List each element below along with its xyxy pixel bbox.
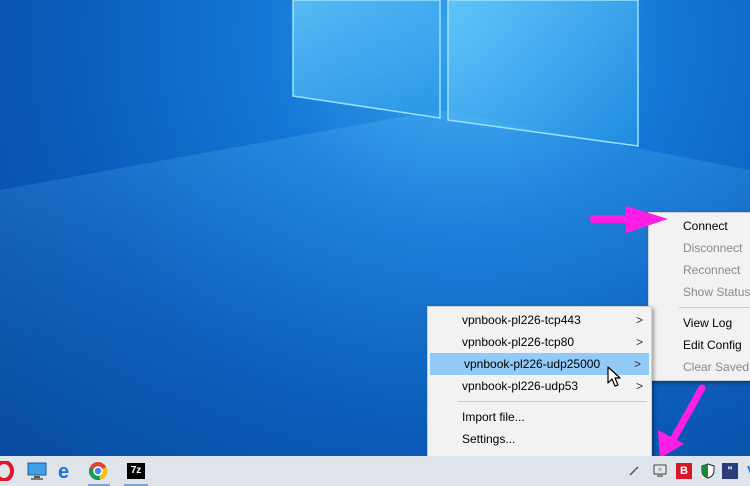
settings-menu-item[interactable]: Settings... <box>428 428 651 450</box>
config-label: vpnbook-pl226-udp25000 <box>464 357 601 371</box>
config-label: vpnbook-pl226-tcp443 <box>462 313 581 327</box>
view-log-menu-item[interactable]: View Log <box>649 312 750 334</box>
chevron-right-icon: > <box>635 335 643 349</box>
7zip-label: 7z <box>127 463 145 479</box>
clear-saved-passwords-menu-item[interactable]: Clear Saved P <box>649 356 750 378</box>
this-pc-icon[interactable] <box>25 459 49 483</box>
config-label: vpnbook-pl226-tcp80 <box>462 335 575 349</box>
edit-config-menu-item[interactable]: Edit Config <box>649 334 750 356</box>
openvpn-icon[interactable] <box>652 463 668 479</box>
show-status-menu-item[interactable]: Show Status <box>649 281 750 303</box>
chevron-right-icon: > <box>635 379 643 393</box>
config-label: vpnbook-pl226-udp53 <box>462 379 579 393</box>
svg-text:e: e <box>58 461 69 481</box>
quote-label: " <box>727 465 733 477</box>
7zip-icon[interactable]: 7z <box>124 459 148 483</box>
app-quote-icon[interactable]: " <box>722 463 738 479</box>
edge-icon[interactable]: e <box>54 459 78 483</box>
menu-separator <box>458 401 647 402</box>
opera-icon[interactable] <box>0 459 16 483</box>
cloud-icon[interactable] <box>744 463 750 479</box>
openvpn-tray-menu: vpnbook-pl226-tcp443 > vpnbook-pl226-tcp… <box>427 306 652 475</box>
chevron-right-icon: > <box>633 357 641 371</box>
bitdefender-icon[interactable]: B <box>676 463 692 479</box>
mouse-cursor-icon <box>607 366 621 387</box>
annotation-arrow-connect <box>590 206 668 233</box>
config-item-tcp443[interactable]: vpnbook-pl226-tcp443 > <box>428 309 651 331</box>
disconnect-menu-item[interactable]: Disconnect <box>649 237 750 259</box>
chrome-icon[interactable] <box>86 459 110 483</box>
menu-separator <box>679 307 750 308</box>
tray-overflow-icon[interactable] <box>626 463 642 479</box>
import-file-menu-item[interactable]: Import file... <box>428 406 651 428</box>
bitdefender-label: B <box>680 465 688 477</box>
taskbar: e 7z B " <box>0 456 750 486</box>
annotation-arrow-tray <box>658 384 706 458</box>
config-item-tcp80[interactable]: vpnbook-pl226-tcp80 > <box>428 331 651 353</box>
reconnect-menu-item[interactable]: Reconnect <box>649 259 750 281</box>
defender-shield-icon[interactable] <box>700 463 716 479</box>
chevron-right-icon: > <box>635 313 643 327</box>
config-submenu: Connect Disconnect Reconnect Show Status… <box>648 212 750 381</box>
